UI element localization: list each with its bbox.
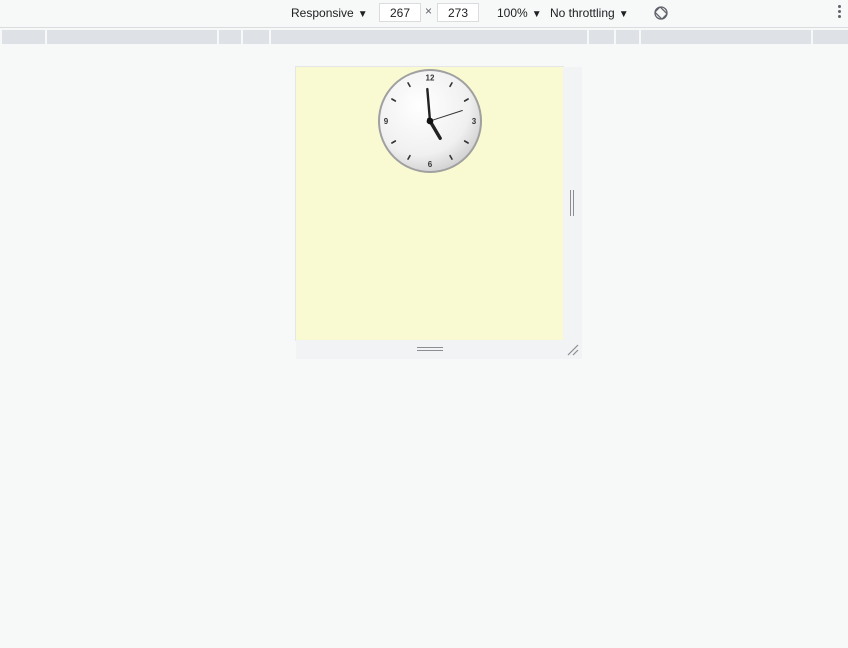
media-query-divider <box>241 30 243 44</box>
numeral-12: 12 <box>426 74 435 83</box>
analog-clock: 12 3 6 9 <box>378 69 482 173</box>
zoom-label: 100% <box>497 6 528 20</box>
horizontal-grip-icon <box>417 347 443 352</box>
width-input[interactable] <box>379 3 421 22</box>
device-mode-label: Responsive <box>291 6 354 20</box>
more-options-icon[interactable] <box>834 5 844 21</box>
media-query-divider <box>811 30 813 44</box>
device-toolbar: Responsive▼ × 100%▼ No throttling▼ <box>0 0 848 28</box>
emulated-viewport: 12 3 6 9 <box>296 67 563 340</box>
dimension-separator: × <box>425 4 433 18</box>
chevron-down-icon: ▼ <box>531 9 542 20</box>
device-mode-select[interactable]: Responsive ▼ <box>291 0 368 27</box>
numeral-6: 6 <box>428 160 433 169</box>
chevron-down-icon: ▼ <box>618 9 629 20</box>
resize-corner-icon[interactable] <box>566 343 580 357</box>
throttling-label: No throttling <box>550 6 615 20</box>
media-query-divider <box>45 30 47 44</box>
zoom-select[interactable]: 100% ▼ <box>497 0 542 27</box>
media-query-divider <box>217 30 219 44</box>
chevron-down-icon: ▼ <box>357 9 368 20</box>
clock-center-pin <box>426 117 434 125</box>
numeral-3: 3 <box>472 117 477 126</box>
numeral-9: 9 <box>384 117 389 126</box>
height-input[interactable] <box>437 3 479 22</box>
media-query-divider <box>639 30 641 44</box>
vertical-grip-icon <box>570 190 575 216</box>
media-query-bar[interactable] <box>2 30 848 44</box>
media-query-divider <box>269 30 271 44</box>
media-query-divider <box>587 30 589 44</box>
throttling-select[interactable]: No throttling ▼ <box>550 0 629 27</box>
rotate-icon[interactable] <box>653 5 669 21</box>
media-query-divider <box>614 30 616 44</box>
